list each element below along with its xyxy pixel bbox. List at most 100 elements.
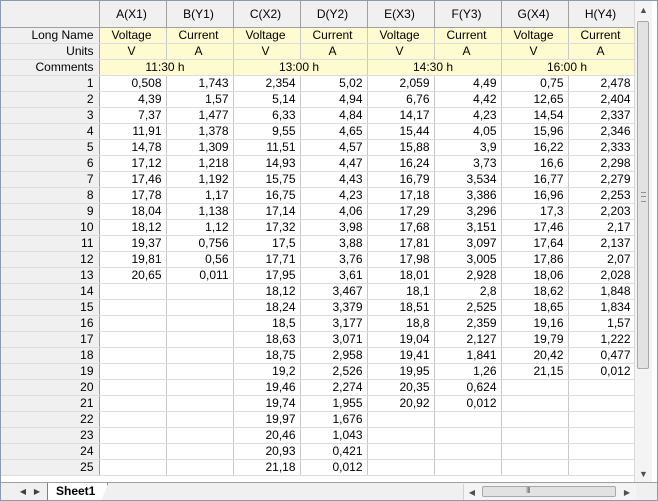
data-cell[interactable]: 3,177	[300, 315, 368, 332]
data-cell[interactable]: 2,127	[434, 331, 502, 348]
long-name-cell[interactable]: Voltage	[501, 27, 569, 44]
triangle-left-icon[interactable]: ◀	[17, 485, 29, 498]
data-cell[interactable]: 20,92	[367, 395, 435, 412]
data-cell[interactable]	[166, 315, 234, 332]
row-header[interactable]: 8	[1, 187, 100, 204]
data-cell[interactable]	[367, 459, 435, 476]
data-cell[interactable]: 1,834	[568, 299, 636, 316]
column-header[interactable]: B(Y1)	[166, 1, 234, 28]
data-cell[interactable]	[166, 411, 234, 428]
units-cell[interactable]: V	[501, 43, 569, 60]
row-header[interactable]: 14	[1, 283, 100, 300]
data-cell[interactable]: 1,12	[166, 219, 234, 236]
data-cell[interactable]: 16,77	[501, 171, 569, 188]
data-cell[interactable]	[501, 395, 569, 412]
comments-cell[interactable]: 11:30 h	[99, 59, 234, 76]
data-cell[interactable]	[166, 427, 234, 444]
data-cell[interactable]	[166, 459, 234, 476]
data-cell[interactable]: 17,95	[233, 267, 301, 284]
units-cell[interactable]: A	[166, 43, 234, 60]
units-cell[interactable]: A	[300, 43, 368, 60]
data-cell[interactable]: 17,46	[99, 171, 167, 188]
data-cell[interactable]	[367, 411, 435, 428]
comments-cell[interactable]: 14:30 h	[367, 59, 502, 76]
data-cell[interactable]	[166, 379, 234, 396]
data-cell[interactable]: 17,3	[501, 203, 569, 220]
data-cell[interactable]: 0,75	[501, 75, 569, 92]
data-cell[interactable]: 4,84	[300, 107, 368, 124]
data-cell[interactable]: 1,043	[300, 427, 368, 444]
data-cell[interactable]	[99, 331, 167, 348]
data-cell[interactable]: 4,94	[300, 91, 368, 108]
data-cell[interactable]: 1,17	[166, 187, 234, 204]
data-cell[interactable]	[166, 299, 234, 316]
data-cell[interactable]: 0,624	[434, 379, 502, 396]
row-header[interactable]: 7	[1, 171, 100, 188]
row-header[interactable]: 13	[1, 267, 100, 284]
data-cell[interactable]	[166, 283, 234, 300]
data-cell[interactable]: 19,95	[367, 363, 435, 380]
long-name-cell[interactable]: Current	[300, 27, 368, 44]
long-name-cell[interactable]: Voltage	[99, 27, 167, 44]
units-cell[interactable]: V	[233, 43, 301, 60]
data-cell[interactable]: 0,508	[99, 75, 167, 92]
data-cell[interactable]: 17,32	[233, 219, 301, 236]
data-cell[interactable]: 1,192	[166, 171, 234, 188]
data-cell[interactable]: 15,75	[233, 171, 301, 188]
data-cell[interactable]: 20,46	[233, 427, 301, 444]
data-cell[interactable]: 4,57	[300, 139, 368, 156]
data-cell[interactable]: 19,16	[501, 315, 569, 332]
comments-cell[interactable]: 13:00 h	[233, 59, 368, 76]
data-cell[interactable]: 14,78	[99, 139, 167, 156]
row-header[interactable]: 10	[1, 219, 100, 236]
data-cell[interactable]: 0,012	[434, 395, 502, 412]
data-cell[interactable]: 1,955	[300, 395, 368, 412]
data-cell[interactable]: 2,359	[434, 315, 502, 332]
column-header[interactable]: F(Y3)	[434, 1, 502, 28]
data-cell[interactable]: 2,337	[568, 107, 636, 124]
row-header[interactable]: 17	[1, 331, 100, 348]
data-cell[interactable]	[99, 411, 167, 428]
data-cell[interactable]: 2,478	[568, 75, 636, 92]
data-cell[interactable]: 19,81	[99, 251, 167, 268]
data-cell[interactable]: 18,12	[233, 283, 301, 300]
data-cell[interactable]: 21,18	[233, 459, 301, 476]
data-cell[interactable]: 1,848	[568, 283, 636, 300]
data-cell[interactable]: 2,253	[568, 187, 636, 204]
data-cell[interactable]: 2,8	[434, 283, 502, 300]
data-cell[interactable]: 19,37	[99, 235, 167, 252]
triangle-down-icon[interactable]: ▼	[635, 465, 652, 482]
data-cell[interactable]	[99, 315, 167, 332]
data-cell[interactable]: 4,05	[434, 123, 502, 140]
data-cell[interactable]: 18,1	[367, 283, 435, 300]
data-cell[interactable]: 3,467	[300, 283, 368, 300]
data-cell[interactable]: 4,47	[300, 155, 368, 172]
data-cell[interactable]: 17,98	[367, 251, 435, 268]
data-cell[interactable]	[166, 395, 234, 412]
data-cell[interactable]: 19,46	[233, 379, 301, 396]
data-cell[interactable]: 4,06	[300, 203, 368, 220]
data-cell[interactable]	[501, 427, 569, 444]
data-cell[interactable]	[434, 443, 502, 460]
data-cell[interactable]: 17,64	[501, 235, 569, 252]
data-cell[interactable]: 0,012	[300, 459, 368, 476]
data-cell[interactable]: 17,29	[367, 203, 435, 220]
row-header[interactable]: 18	[1, 347, 100, 364]
row-header[interactable]: 2	[1, 91, 100, 108]
data-cell[interactable]: 3,76	[300, 251, 368, 268]
data-cell[interactable]: 3,296	[434, 203, 502, 220]
data-cell[interactable]: 2,279	[568, 171, 636, 188]
data-cell[interactable]: 18,63	[233, 331, 301, 348]
data-cell[interactable]	[434, 459, 502, 476]
units-cell[interactable]: V	[99, 43, 167, 60]
data-cell[interactable]	[367, 443, 435, 460]
data-cell[interactable]: 17,81	[367, 235, 435, 252]
data-cell[interactable]: 18,51	[367, 299, 435, 316]
data-cell[interactable]	[434, 427, 502, 444]
data-cell[interactable]: 7,37	[99, 107, 167, 124]
data-cell[interactable]: 3,379	[300, 299, 368, 316]
long-name-cell[interactable]: Voltage	[233, 27, 301, 44]
data-cell[interactable]: 0,012	[568, 363, 636, 380]
data-cell[interactable]: 6,76	[367, 91, 435, 108]
data-cell[interactable]: 0,477	[568, 347, 636, 364]
